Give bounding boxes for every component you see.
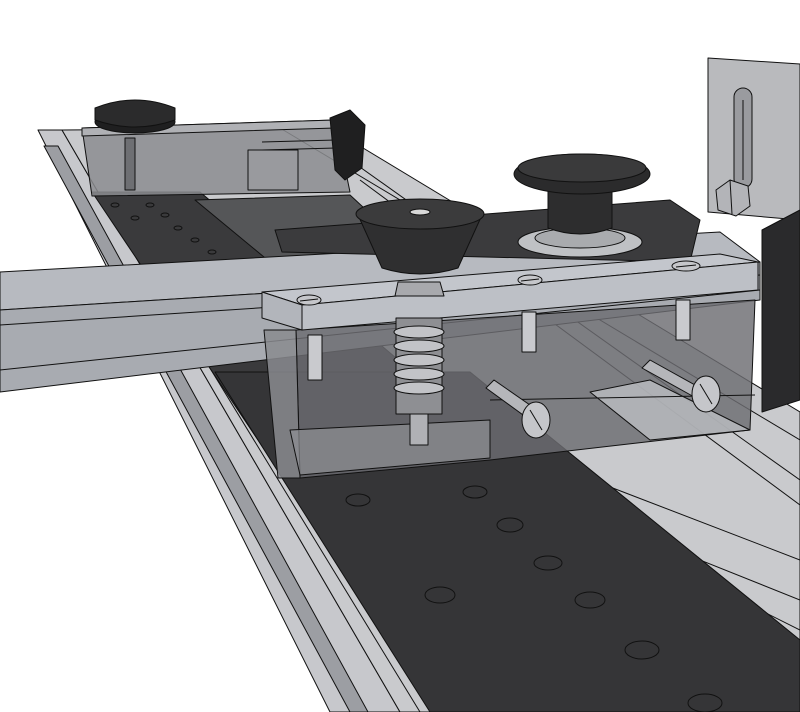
far-star-knob bbox=[94, 99, 176, 134]
top-screw bbox=[296, 294, 322, 306]
jig-assembly-render bbox=[0, 57, 800, 712]
top-screw bbox=[517, 274, 543, 286]
top-screw bbox=[671, 260, 701, 272]
far-side-knob bbox=[329, 109, 366, 181]
